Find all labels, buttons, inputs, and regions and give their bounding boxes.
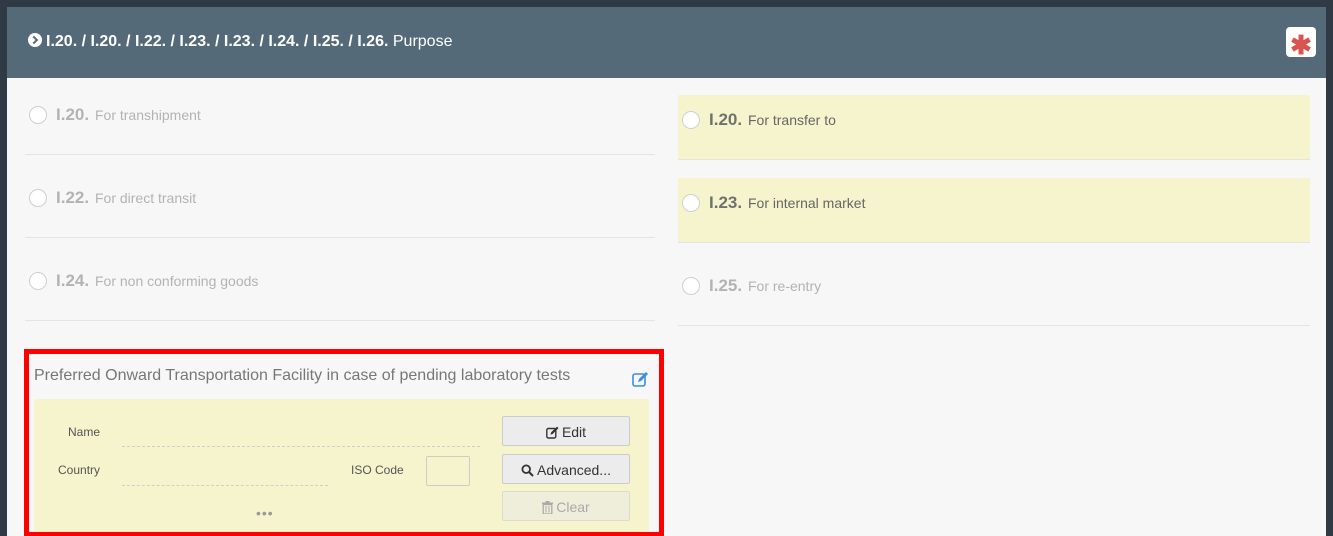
purpose-panel: I.20. / I.20. / I.22. / I.23. / I.23. / … [7, 7, 1326, 536]
option-label: I.20. For transhipment [56, 105, 201, 124]
option-direct-transit[interactable]: I.22. For direct transit [25, 173, 655, 238]
iso-code-label: ISO Code [351, 463, 404, 477]
trash-icon [542, 501, 554, 515]
facility-details: Name Country ISO Code ••• Edit Advanced.… [34, 399, 649, 532]
clear-button-label: Clear [556, 499, 590, 515]
clear-button[interactable]: Clear [502, 491, 630, 521]
edit-icon[interactable] [632, 371, 649, 388]
option-re-entry[interactable]: I.25. For re-entry [678, 261, 1310, 326]
onward-transport-facility: Preferred Onward Transportation Facility… [24, 349, 664, 536]
country-label: Country [58, 463, 101, 477]
asterisk-icon: ✱ [1290, 30, 1312, 60]
section-title: I.20. / I.20. / I.22. / I.23. / I.23. / … [28, 33, 452, 51]
advanced-button-label: Advanced... [537, 462, 611, 478]
radio-button[interactable] [29, 189, 47, 207]
edit-button[interactable]: Edit [502, 416, 630, 446]
country-value [122, 485, 328, 486]
option-label: I.20. For transfer to [709, 110, 836, 129]
option-label: I.24. For non conforming goods [56, 271, 259, 290]
radio-button[interactable] [29, 106, 47, 124]
option-internal-market[interactable]: I.23. For internal market [678, 178, 1310, 243]
name-label: Name [68, 425, 101, 439]
option-transfer-to[interactable]: I.20. For transfer to [678, 95, 1310, 160]
search-icon [521, 464, 534, 477]
option-label: I.25. For re-entry [709, 276, 822, 295]
radio-button[interactable] [682, 277, 700, 295]
option-label: I.23. For internal market [709, 193, 866, 212]
more-dots[interactable]: ••• [256, 505, 274, 521]
advanced-search-button[interactable]: Advanced... [502, 454, 630, 484]
option-non-conforming-goods[interactable]: I.24. For non conforming goods [25, 256, 655, 321]
required-button[interactable]: ✱ [1286, 27, 1316, 60]
radio-button[interactable] [682, 111, 700, 129]
edit-button-label: Edit [561, 424, 587, 440]
iso-code-value [426, 456, 470, 486]
section-codes: I.20. / I.20. / I.22. / I.23. / I.23. / … [46, 33, 389, 50]
facility-title: Preferred Onward Transportation Facility… [34, 367, 571, 384]
section-header[interactable]: I.20. / I.20. / I.22. / I.23. / I.23. / … [7, 7, 1326, 78]
name-value [122, 446, 480, 447]
option-label: I.22. For direct transit [56, 188, 197, 207]
chevron-circle-right-icon [28, 33, 42, 47]
radio-button[interactable] [682, 194, 700, 212]
radio-button[interactable] [29, 272, 47, 290]
section-title-text: Purpose [392, 33, 453, 50]
option-transhipment[interactable]: I.20. For transhipment [25, 90, 655, 155]
pencil-square-icon [546, 426, 559, 439]
